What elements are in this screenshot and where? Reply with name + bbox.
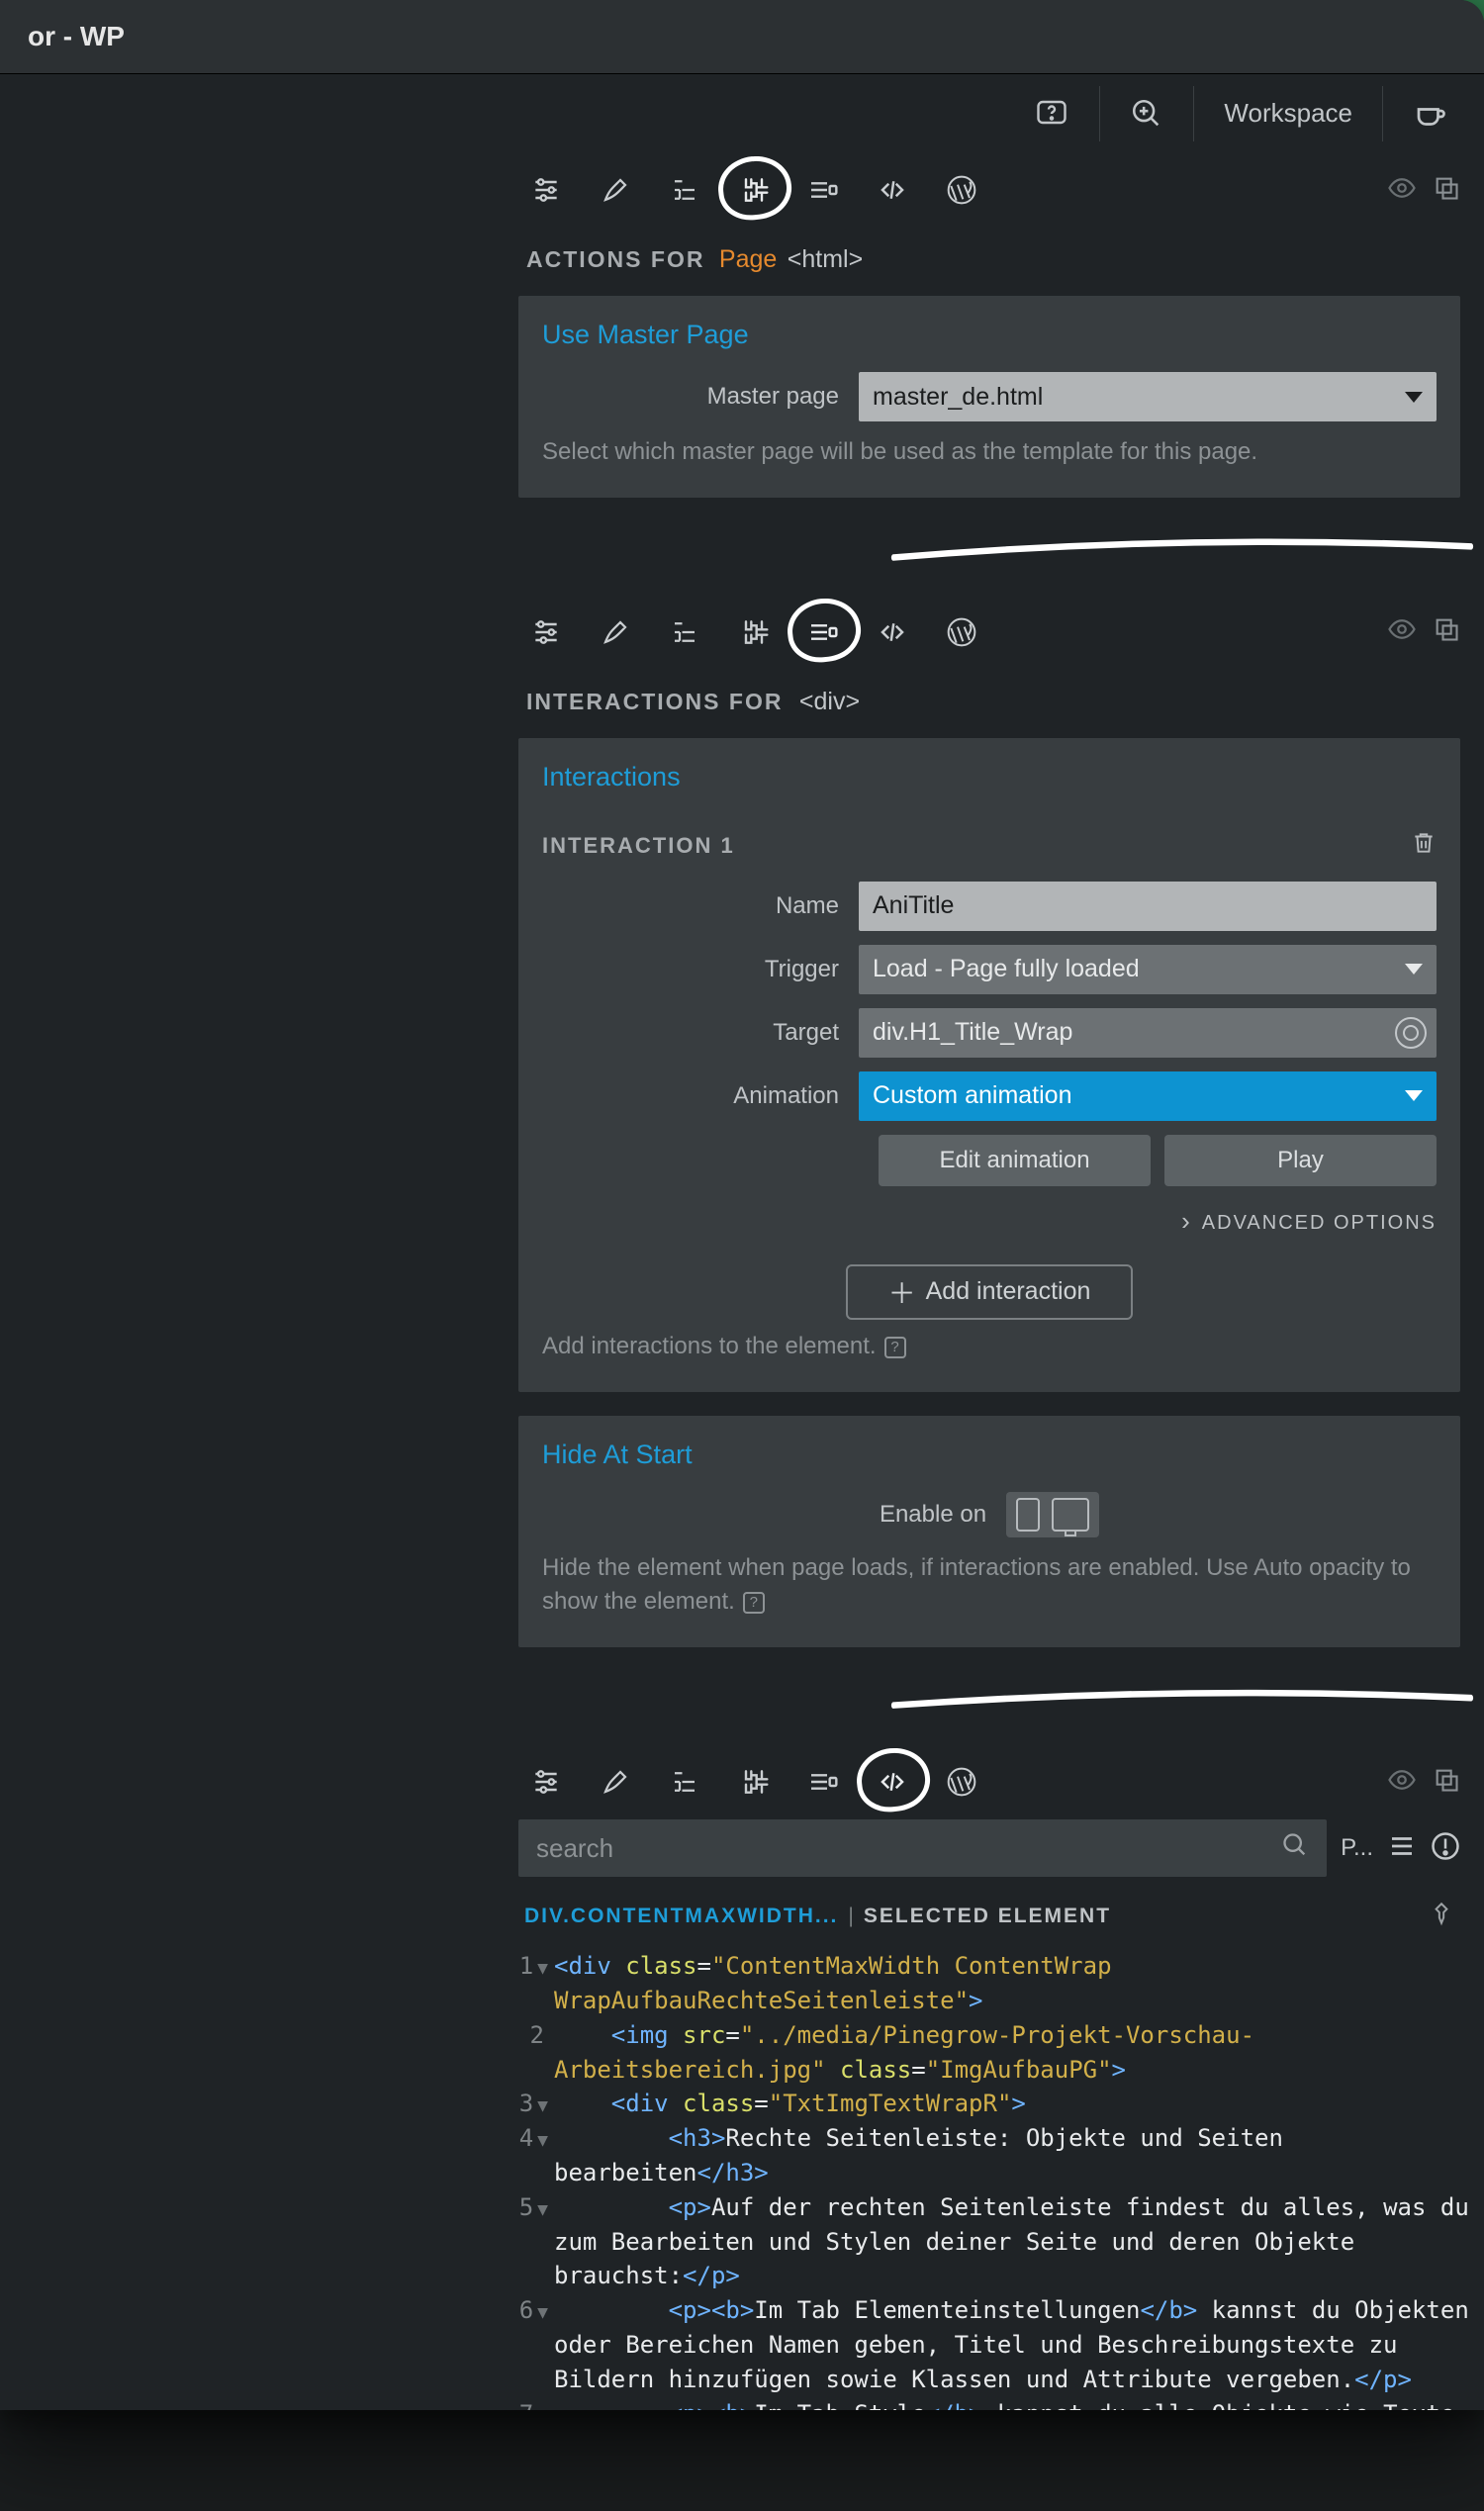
tab-code[interactable] [865, 1754, 920, 1810]
warning-icon[interactable] [1431, 1831, 1460, 1866]
hide-helper: Hide the element when page loads, if int… [542, 1551, 1437, 1621]
plus-icon: ＋ [888, 1272, 916, 1312]
eye-icon[interactable] [1387, 614, 1417, 649]
interactions-header: INTERACTIONS FOR <div> [495, 670, 1484, 738]
chevron-down-icon [1405, 964, 1423, 975]
tab-interactions[interactable] [795, 162, 851, 218]
interactions-footer: Add interactions to the element.? [542, 1330, 1437, 1364]
device-toggle[interactable] [1006, 1492, 1099, 1537]
workspace-menu[interactable]: Workspace [1212, 98, 1364, 129]
tab-style[interactable] [588, 162, 643, 218]
tab-settings[interactable] [518, 604, 574, 660]
tab-style[interactable] [588, 1754, 643, 1810]
clone-icon[interactable] [1433, 174, 1460, 207]
tab-actions[interactable] [726, 162, 782, 218]
trigger-select[interactable]: Load - Page fully loaded [859, 945, 1437, 994]
code-tabbar [495, 1744, 1484, 1819]
tab-wordpress[interactable] [934, 604, 989, 660]
actions-tabbar [495, 152, 1484, 228]
target-picker-icon[interactable] [1395, 1017, 1427, 1049]
info-icon[interactable]: ? [884, 1337, 906, 1358]
hide-title: Hide At Start [542, 1440, 1437, 1470]
mobile-icon[interactable] [1016, 1498, 1040, 1532]
chevron-down-icon [1405, 392, 1423, 403]
master-page-card: Use Master Page Master page master_de.ht… [518, 296, 1460, 498]
top-menu: Workspace [0, 73, 1484, 152]
tab-settings[interactable] [518, 1754, 574, 1810]
tab-settings[interactable] [518, 162, 574, 218]
trash-icon[interactable] [1411, 830, 1437, 862]
edit-animation-button[interactable]: Edit animation [879, 1135, 1151, 1186]
master-page-helper: Select which master page will be used as… [542, 435, 1437, 470]
hide-at-start-card: Hide At Start Enable on Hide the element… [518, 1416, 1460, 1648]
code-breadcrumb: DIV.CONTENTMAXWIDTH... | SELECTED ELEMEN… [495, 1895, 1484, 1949]
trigger-label: Trigger [542, 956, 859, 983]
chevron-down-icon [1405, 1090, 1423, 1101]
master-page-select[interactable]: master_de.html [859, 372, 1437, 421]
tab-wordpress[interactable] [934, 162, 989, 218]
search-icon [1281, 1831, 1309, 1866]
tab-actions[interactable] [726, 604, 782, 660]
menu-icon[interactable] [1387, 1831, 1417, 1866]
tab-style[interactable] [588, 604, 643, 660]
tab-code[interactable] [865, 604, 920, 660]
animation-label: Animation [542, 1082, 859, 1110]
tab-interactions[interactable] [795, 604, 851, 660]
animation-select[interactable]: Custom animation [859, 1071, 1437, 1121]
interactions-card: Interactions INTERACTION 1 Name Trigger … [518, 738, 1460, 1392]
divider-sketch [890, 1687, 1474, 1715]
breadcrumb-path[interactable]: DIV.CONTENTMAXWIDTH... [524, 1905, 838, 1928]
master-page-label: Master page [542, 383, 859, 411]
advanced-options[interactable]: ADVANCED OPTIONS [542, 1206, 1437, 1237]
actions-header: ACTIONS FOR Page <html> [495, 228, 1484, 296]
tab-interactions[interactable] [795, 1754, 851, 1810]
code-editor[interactable]: 1▼<div class="ContentMaxWidth ContentWra… [495, 1949, 1484, 2410]
tab-tree[interactable] [657, 1754, 712, 1810]
info-icon[interactable]: ? [743, 1592, 765, 1614]
breadcrumb-selected: SELECTED ELEMENT [864, 1905, 1111, 1928]
tab-wordpress[interactable] [934, 1754, 989, 1810]
clone-icon[interactable] [1433, 615, 1460, 648]
divider-sketch [890, 537, 1474, 565]
eye-icon[interactable] [1387, 1765, 1417, 1800]
target-label: Target [542, 1019, 859, 1047]
master-page-title: Use Master Page [542, 320, 1437, 350]
app-window: or - WP Workspace [0, 0, 1484, 2410]
interaction-heading: INTERACTION 1 [542, 833, 735, 859]
tab-code[interactable] [865, 162, 920, 218]
target-select[interactable]: div.H1_Title_Wrap [859, 1008, 1437, 1058]
window-titlebar: or - WP [0, 0, 1484, 73]
interactions-title: Interactions [542, 762, 1437, 792]
tab-tree[interactable] [657, 604, 712, 660]
tab-tree[interactable] [657, 162, 712, 218]
p-button[interactable]: P... [1341, 1834, 1373, 1862]
desktop-icon[interactable] [1052, 1498, 1089, 1532]
zoom-icon[interactable] [1118, 97, 1175, 131]
tab-actions[interactable] [726, 1754, 782, 1810]
pin-icon[interactable] [1429, 1901, 1454, 1931]
help-icon[interactable] [1022, 96, 1081, 132]
add-interaction-button[interactable]: ＋ Add interaction [846, 1264, 1133, 1320]
coffee-icon[interactable] [1401, 96, 1460, 132]
interactions-tabbar [495, 595, 1484, 670]
name-label: Name [542, 892, 859, 920]
code-search-input[interactable]: search [518, 1819, 1327, 1877]
name-input[interactable] [859, 882, 1437, 931]
enable-on-label: Enable on [880, 1501, 986, 1529]
play-button[interactable]: Play [1164, 1135, 1437, 1186]
eye-icon[interactable] [1387, 173, 1417, 208]
clone-icon[interactable] [1433, 1766, 1460, 1799]
window-title: or - WP [28, 21, 125, 52]
